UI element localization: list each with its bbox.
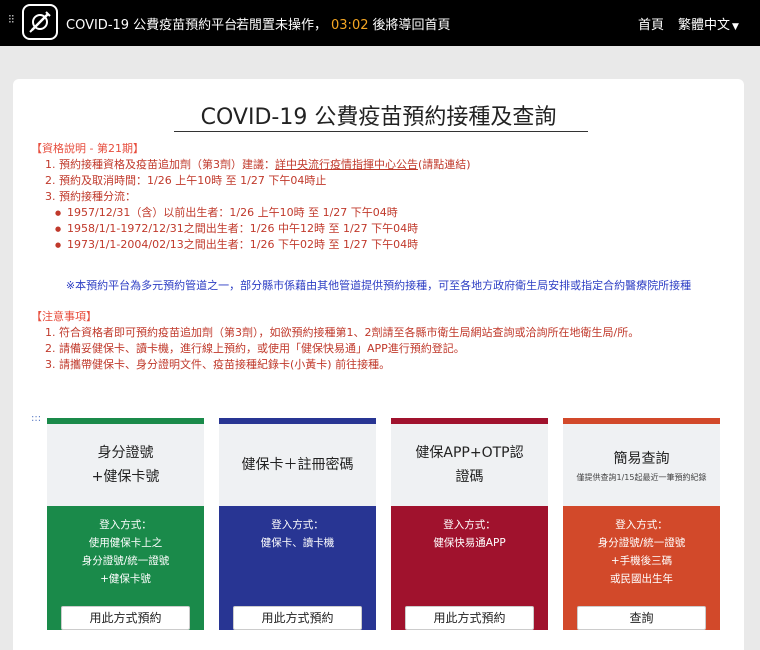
cdc-announcement-link[interactable]: 詳中央流行疫情指揮中心公告	[275, 158, 418, 171]
query-button[interactable]: 查詢	[577, 606, 706, 630]
option-header: 健保卡＋註冊密碼	[219, 424, 376, 506]
page-title: COVID-19 公費疫苗預約接種及查詢	[200, 105, 557, 130]
brand-title[interactable]: COVID-19 公費疫苗預約平台	[66, 14, 237, 33]
option-body: 登入方式： 身分證號/統一證號 +手機後三碼 或民國出生年 查詢	[563, 506, 720, 630]
eligibility-heading: 【資格說明 - 第21期】	[31, 142, 144, 155]
reserve-button[interactable]: 用此方式預約	[61, 606, 190, 630]
precautions-section: 【注意事項】 1. 符合資格者即可預約疫苗追加劑（第3劑），如欲預約接種第1、2…	[31, 309, 639, 373]
eligibility-item-1: 1. 預約接種資格及疫苗追加劑（第3劑）建議：詳中央流行疫情指揮中心公告(請點連…	[31, 157, 471, 173]
caret-down-icon: ▼	[732, 22, 739, 32]
schedule-subitem: 1958/1/1-1972/12/31之間出生者：1/26 中午12時 至 1/…	[31, 221, 471, 237]
idle-suffix: 後將導回首頁	[372, 18, 451, 33]
option-body: 登入方式： 使用健保卡上之 身分證號/統一證號 +健保卡號 用此方式預約	[47, 506, 204, 630]
precautions-heading: 【注意事項】	[31, 310, 97, 323]
menu-dots-icon[interactable]: ⁝⁝	[8, 12, 15, 26]
option-body: 登入方式： 健保卡、讀卡機 用此方式預約	[219, 506, 376, 630]
login-option-card-password: 健保卡＋註冊密碼 登入方式： 健保卡、讀卡機 用此方式預約	[219, 418, 376, 630]
option-header: 身分證號 +健保卡號	[47, 424, 204, 506]
simple-query-option: 簡易查詢 僅提供查詢1/15起最近一筆預約紀錄 登入方式： 身分證號/統一證號 …	[563, 418, 720, 630]
vaccine-logo-icon[interactable]	[22, 4, 58, 40]
reserve-button[interactable]: 用此方式預約	[405, 606, 534, 630]
language-label: 繁體中文	[678, 18, 731, 33]
option-note: 僅提供查詢1/15起最近一筆預約紀錄	[576, 473, 707, 482]
precaution-item: 3. 請攜帶健保卡、身分證明文件、疫苗接種紀錄卡(小黃卡) 前往接種。	[45, 358, 391, 371]
precaution-item: 1. 符合資格者即可預約疫苗追加劑（第3劑），如欲預約接種第1、2劑請至各縣市衛…	[45, 326, 640, 339]
eligibility-section: 【資格說明 - 第21期】 1. 預約接種資格及疫苗追加劑（第3劑）建議：詳中央…	[31, 141, 471, 253]
eligibility-item-2: 2. 預約及取消時間：1/26 上午10時 至 1/27 下午04時止	[45, 174, 327, 187]
option-body: 登入方式： 健保快易通APP 用此方式預約	[391, 506, 548, 630]
main-card: COVID-19 公費疫苗預約接種及查詢 【資格說明 - 第21期】 1. 預約…	[13, 79, 744, 650]
reserve-button[interactable]: 用此方式預約	[233, 606, 362, 630]
option-name: 健保APP+OTP認 證碼	[415, 445, 524, 485]
top-navbar: ⁝⁝ COVID-19 公費疫苗預約平台 若閒置未操作， 03:02 後將導回首頁 …	[0, 0, 760, 46]
precaution-item: 2. 請備妥健保卡、讀卡機，進行線上預約，或使用「健保快易通」APP進行預約登記…	[45, 342, 465, 355]
multi-channel-notice: ※本預約平台為多元預約管道之一，部分縣市係藉由其他管道提供預約接種，可至各地方政…	[65, 279, 692, 292]
nav-home-link[interactable]: 首頁	[638, 14, 664, 33]
title-underline	[174, 131, 588, 132]
item1-suffix: (請點連結)	[418, 158, 471, 171]
idle-prefix: 若閒置未操作，	[236, 18, 328, 33]
option-header: 健保APP+OTP認 證碼	[391, 424, 548, 506]
option-header: 簡易查詢 僅提供查詢1/15起最近一筆預約紀錄	[563, 424, 720, 506]
idle-timer: 若閒置未操作， 03:02 後將導回首頁	[236, 14, 451, 33]
item1-prefix: 1. 預約接種資格及疫苗追加劑（第3劑）建議：	[45, 158, 275, 171]
eligibility-item-3: 3. 預約接種分流：	[45, 190, 136, 203]
language-dropdown[interactable]: 繁體中文 ▼	[678, 14, 739, 33]
option-login-text: 登入方式： 健保卡、讀卡機	[260, 519, 335, 549]
option-login-text: 登入方式： 使用健保卡上之 身分證號/統一證號 +健保卡號	[81, 519, 170, 585]
option-login-text: 登入方式： 健保快易通APP	[433, 519, 506, 549]
login-option-id-card: 身分證號 +健保卡號 登入方式： 使用健保卡上之 身分證號/統一證號 +健保卡號…	[47, 418, 204, 630]
option-name: 簡易查詢	[613, 451, 670, 467]
option-name: 身分證號 +健保卡號	[91, 445, 160, 485]
option-name: 健保卡＋註冊密碼	[241, 457, 354, 473]
option-login-text: 登入方式： 身分證號/統一證號 +手機後三碼 或民國出生年	[597, 519, 686, 585]
login-option-app-otp: 健保APP+OTP認 證碼 登入方式： 健保快易通APP 用此方式預約	[391, 418, 548, 630]
countdown-value: 03:02	[331, 18, 369, 33]
schedule-subitem: 1957/12/31（含）以前出生者：1/26 上午10時 至 1/27 下午0…	[31, 205, 471, 221]
schedule-subitem: 1973/1/1-2004/02/13之間出生者：1/26 下午02時 至 1/…	[31, 237, 471, 253]
section-marker: :::	[31, 413, 42, 424]
